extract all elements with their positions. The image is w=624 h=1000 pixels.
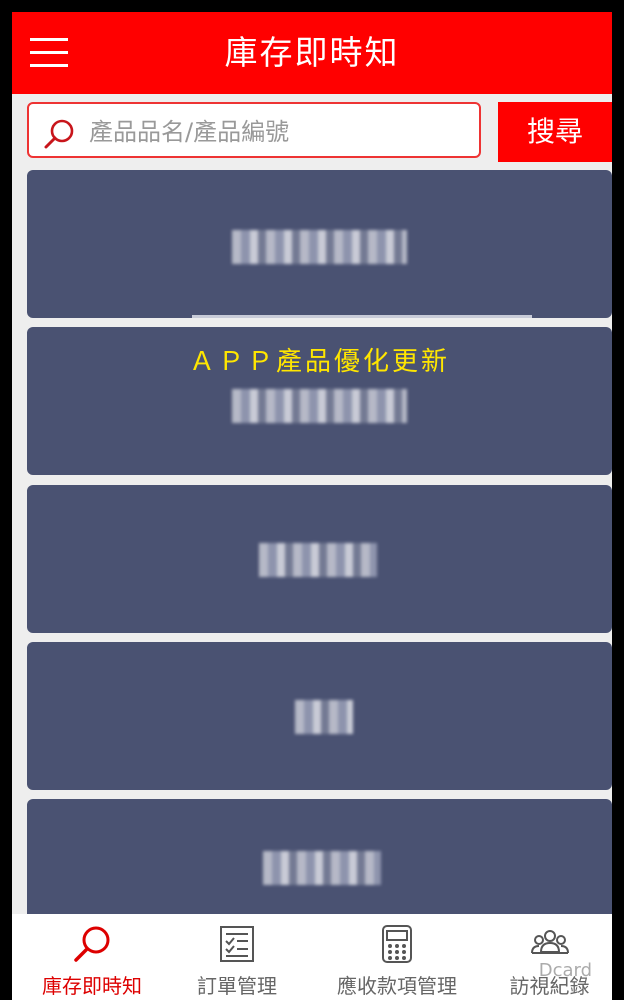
checklist-icon: [220, 926, 254, 962]
nav-item-receivables[interactable]: 應收款項管理: [322, 914, 472, 1000]
product-card[interactable]: [27, 642, 612, 790]
phone-screen: 庫存即時知 搜尋 ＡＰＰ產品優化更新: [12, 0, 612, 1000]
nav-item-orders[interactable]: 訂單管理: [172, 914, 302, 1000]
people-icon: [530, 930, 569, 954]
nav-item-inventory[interactable]: 庫存即時知: [22, 914, 162, 1000]
search-row: 搜尋: [27, 102, 612, 162]
status-bar: [12, 0, 612, 12]
redacted-text: [259, 543, 377, 577]
search-box[interactable]: [27, 102, 481, 158]
redacted-text: [263, 851, 381, 885]
search-input[interactable]: [87, 112, 471, 152]
search-icon: [44, 119, 74, 149]
calculator-icon: [382, 925, 412, 963]
nav-item-visits[interactable]: 訪視紀錄: [492, 914, 607, 1000]
product-card[interactable]: [27, 485, 612, 633]
watermark: Dcard: [538, 960, 592, 981]
product-card[interactable]: [27, 170, 612, 318]
divider: [192, 315, 532, 318]
nav-label: 應收款項管理: [337, 974, 457, 998]
redacted-text: [232, 230, 407, 264]
redacted-text: [295, 700, 353, 734]
nav-label: 訂單管理: [197, 974, 277, 998]
redacted-text: [232, 389, 407, 423]
search-icon: [74, 926, 110, 962]
search-button[interactable]: 搜尋: [498, 102, 612, 162]
app-bar: 庫存即時知: [12, 12, 612, 94]
page-title: 庫存即時知: [224, 33, 400, 72]
bottom-navigation: 庫存即時知 訂單管理 應收款項管理 訪視紀錄: [12, 914, 612, 1000]
product-card[interactable]: ＡＰＰ產品優化更新: [27, 327, 612, 475]
card-announcement-text: ＡＰＰ產品優化更新: [188, 347, 450, 377]
nav-label: 庫存即時知: [42, 974, 142, 998]
